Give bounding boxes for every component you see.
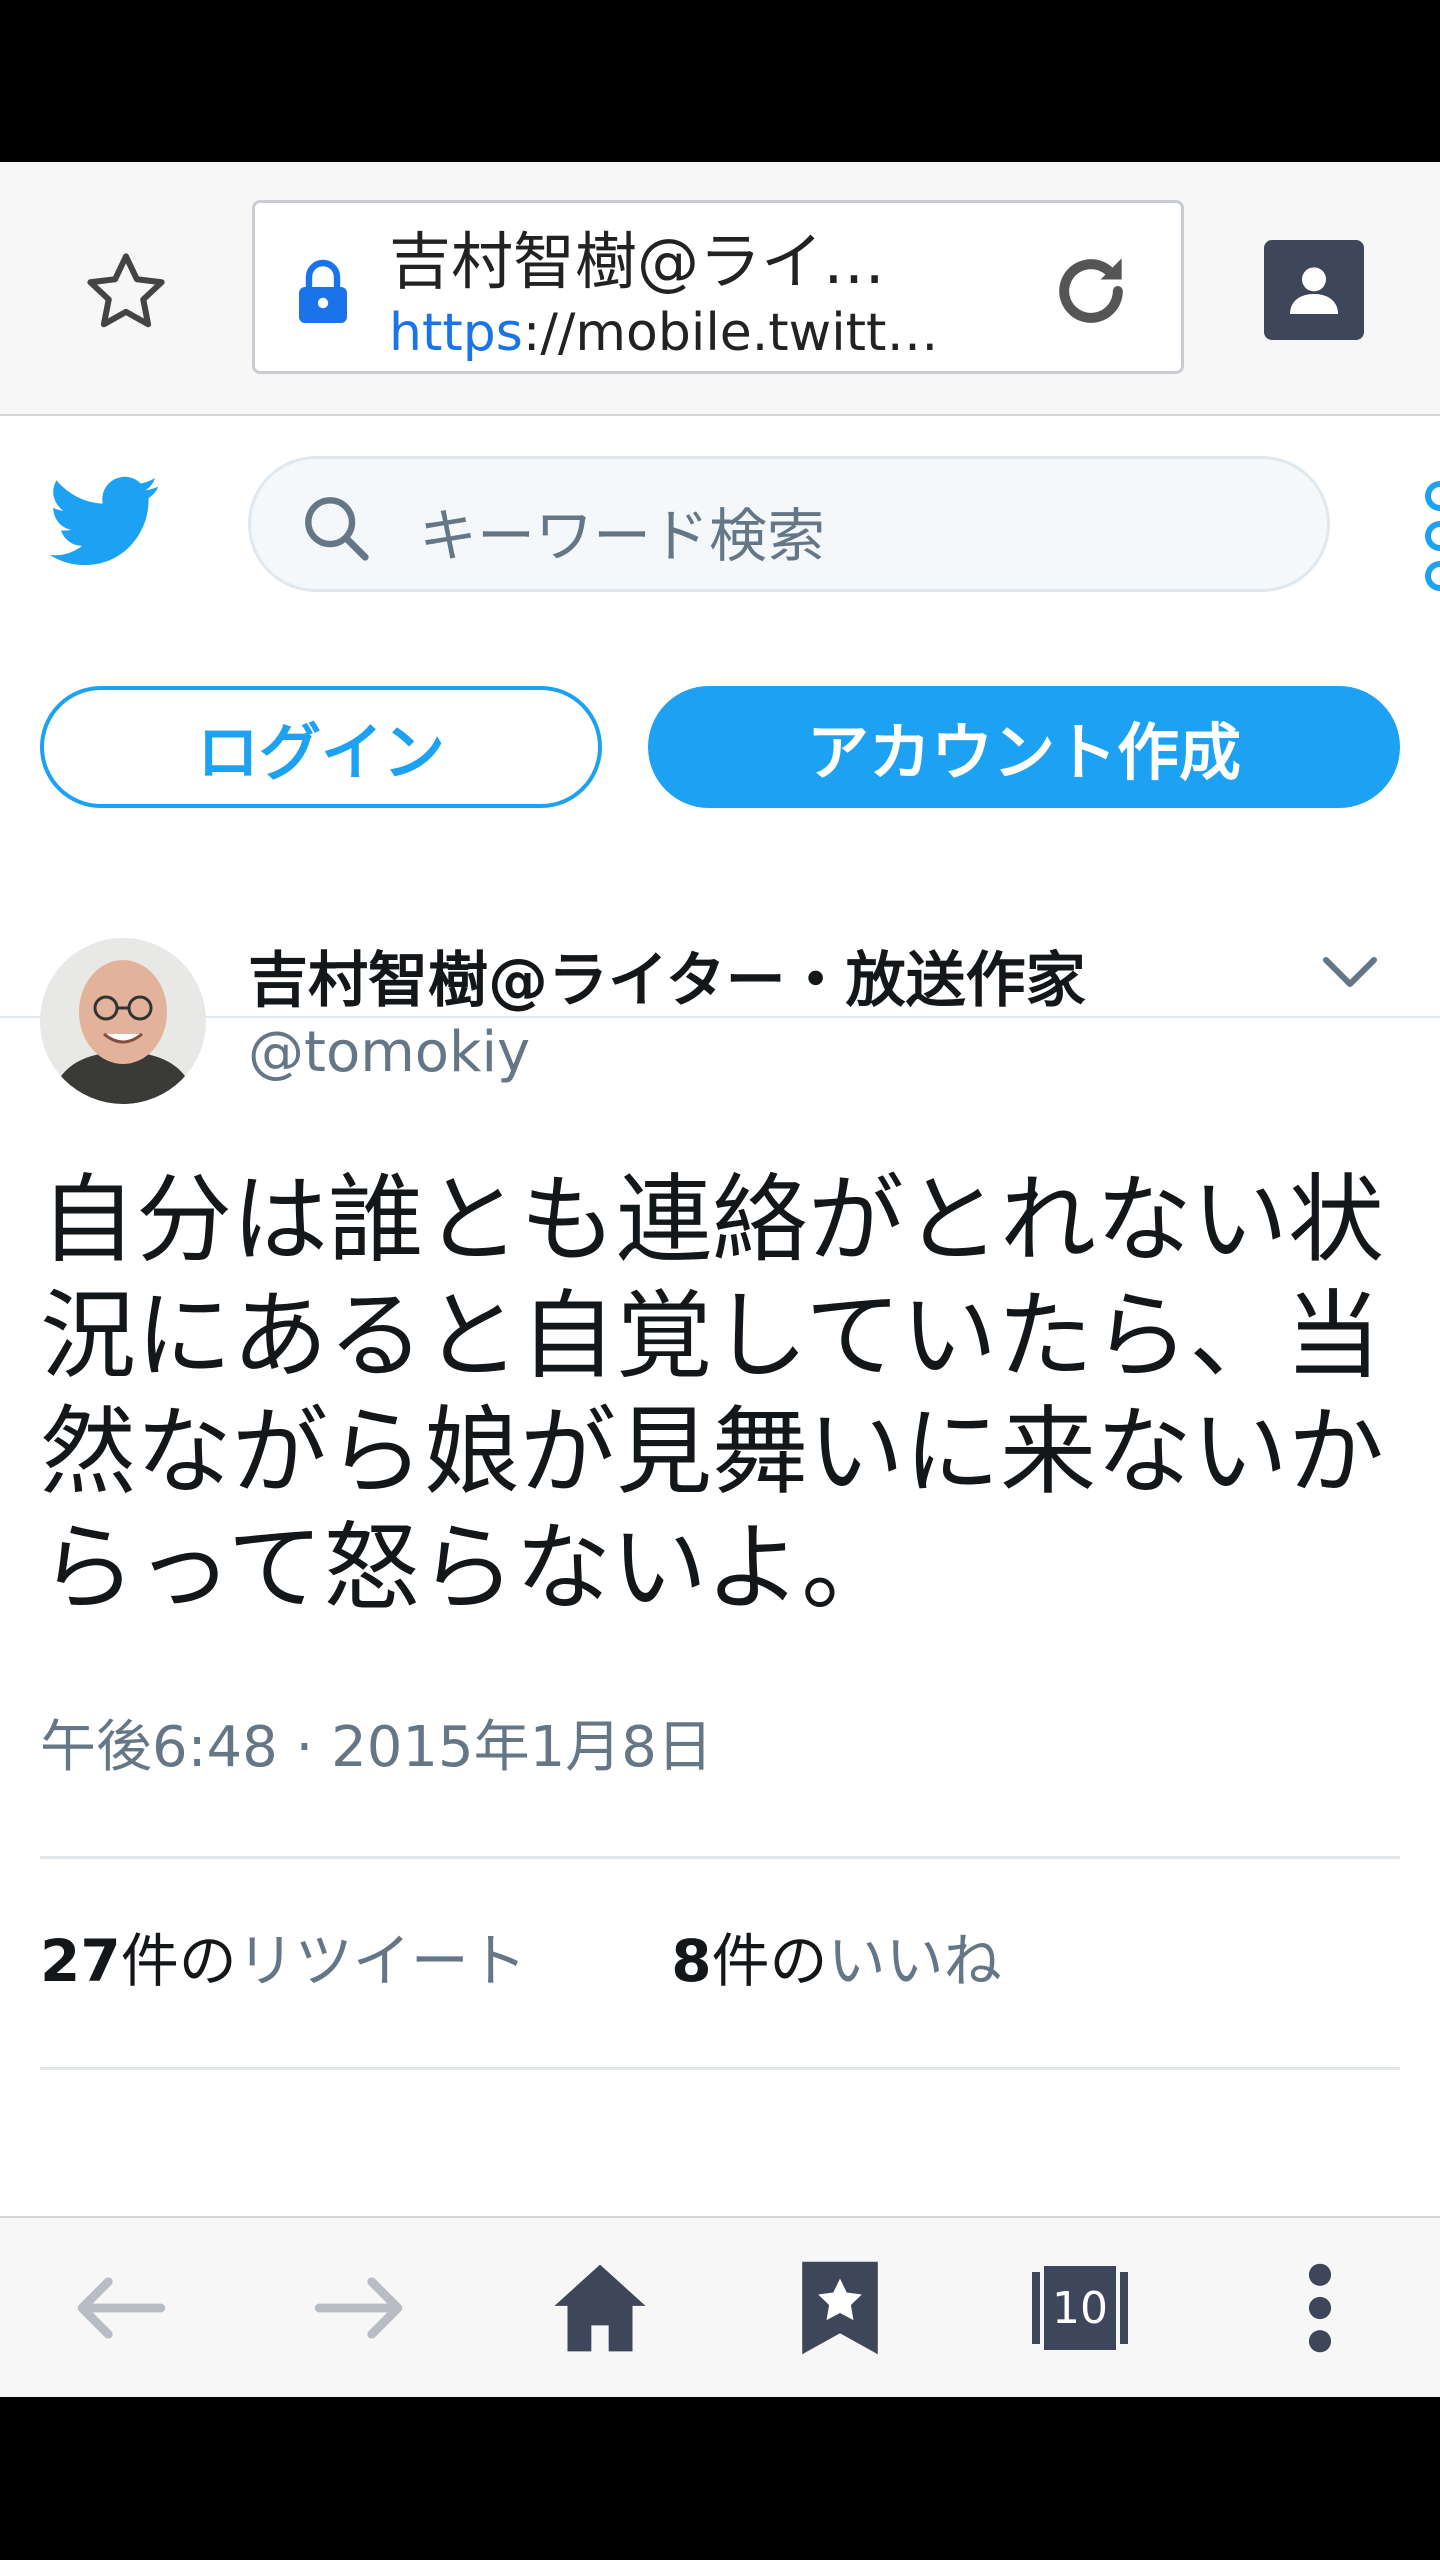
avatar[interactable] xyxy=(40,938,206,1104)
author-handle[interactable]: @tomokiy xyxy=(248,1020,530,1085)
forward-arrow-icon[interactable] xyxy=(300,2248,420,2368)
like-count-unit: 件の xyxy=(711,1927,828,1995)
signup-button[interactable]: アカウント作成 xyxy=(648,686,1400,808)
retweet-count[interactable]: 27件のリツイート xyxy=(40,1914,527,1998)
home-icon[interactable] xyxy=(540,2248,660,2368)
back-arrow-icon[interactable] xyxy=(60,2248,180,2368)
browser-toolbar: 吉村智樹@ライ… https://mobile.twitt… xyxy=(0,162,1440,416)
divider xyxy=(40,2067,1400,2070)
retweet-count-label: リツイート xyxy=(236,1927,527,1995)
more-dots-icon[interactable] xyxy=(1422,476,1440,596)
twitter-header: キーワード検索 ログイン アカウント作成 xyxy=(0,416,1440,1018)
search-icon xyxy=(301,493,371,567)
url-text: https://mobile.twitt… xyxy=(389,303,1009,363)
login-button[interactable]: ログイン xyxy=(40,686,602,808)
address-bar[interactable]: 吉村智樹@ライ… https://mobile.twitt… xyxy=(252,200,1184,374)
url-rest: ://mobile.twitt… xyxy=(522,303,939,363)
bookmark-star-icon[interactable] xyxy=(66,232,186,352)
search-input[interactable]: キーワード検索 xyxy=(248,456,1330,592)
retweet-count-unit: 件の xyxy=(120,1927,237,1995)
divider xyxy=(40,1856,1400,1859)
tab-switcher-icon[interactable]: 10 xyxy=(1020,2248,1140,2368)
like-count[interactable]: 8件のいいね xyxy=(671,1914,1001,1998)
bookmarks-icon[interactable] xyxy=(780,2248,900,2368)
tweet-text: 自分は誰とも連絡がとれない状況にあると自覚していたら、当然ながら娘が見舞いに来な… xyxy=(40,1164,1384,1624)
retweet-count-number: 27 xyxy=(40,1927,121,1995)
like-count-label: いいね xyxy=(827,1927,1002,1995)
reload-icon[interactable] xyxy=(1045,245,1137,341)
url-scheme: https xyxy=(389,303,523,363)
tab-count: 10 xyxy=(1052,2282,1108,2334)
account-icon[interactable] xyxy=(1264,240,1364,340)
menu-dots-icon[interactable] xyxy=(1260,2248,1380,2368)
tweet-stats: 27件のリツイート 8件のいいね xyxy=(40,1914,1128,1998)
chevron-down-icon[interactable] xyxy=(1320,952,1380,996)
like-count-number: 8 xyxy=(671,1927,712,1995)
screen: 吉村智樹@ライ… https://mobile.twitt… キーワード検索 ロ… xyxy=(0,162,1440,2397)
twitter-bird-icon[interactable] xyxy=(50,476,160,572)
author-name[interactable]: 吉村智樹@ライター・放送作家 xyxy=(248,932,1086,1019)
browser-bottom-nav: 10 xyxy=(0,2216,1440,2397)
page-title: 吉村智樹@ライ… xyxy=(389,225,886,298)
lock-icon xyxy=(295,259,351,327)
search-placeholder: キーワード検索 xyxy=(419,502,826,570)
tweet-timestamp[interactable]: 午後6:48 · 2015年1月8日 xyxy=(40,1702,713,1783)
